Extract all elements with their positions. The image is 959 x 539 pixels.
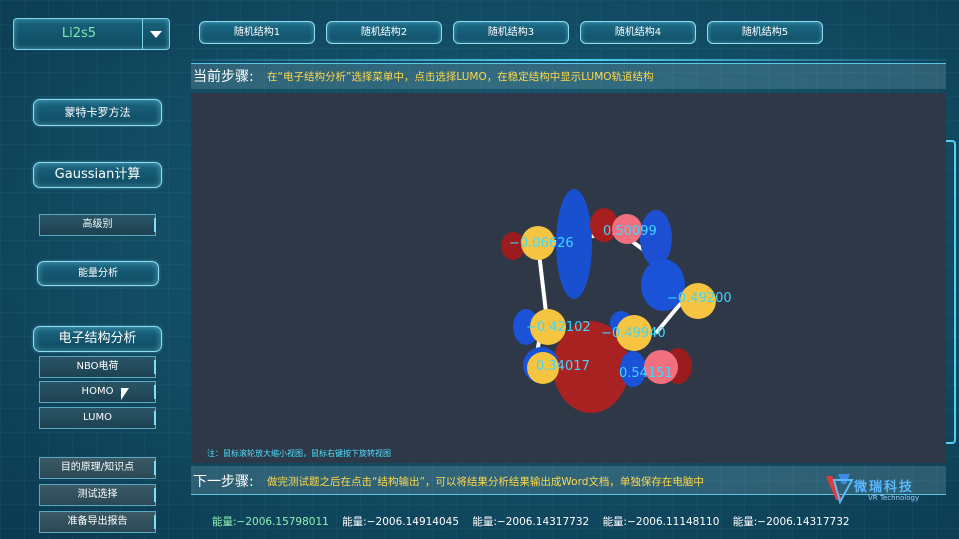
monte-carlo-button[interactable]: 蒙特卡罗方法 — [33, 99, 162, 126]
structure-dropdown[interactable]: Li2s5 — [13, 18, 170, 50]
molecule-3d-viewer[interactable]: −0.06626 0.50099 −0.49200 −0.42102 −0.49… — [191, 93, 946, 463]
energy-value[interactable]: 能量:−2006.11148110 — [603, 516, 720, 528]
current-step-bar: 当前步骤: 在“电子结构分析”选择菜单中，点击选择LUMO，在稳定结构中显示LU… — [191, 63, 946, 89]
mouse-cursor-icon — [121, 388, 129, 400]
random-structure-3-button[interactable]: 随机结构3 — [453, 21, 569, 44]
structure-dropdown-value: Li2s5 — [61, 26, 97, 41]
energy-value[interactable]: 能量:−2006.15798011 — [212, 516, 329, 528]
chevron-down-icon — [150, 31, 162, 38]
atom-charge-label: −0.06626 — [509, 236, 574, 251]
energy-value[interactable]: 能量:−2006.14317732 — [472, 516, 589, 528]
atom-charge-label: −0.42102 — [526, 320, 591, 335]
energy-analysis-button[interactable]: 能量分析 — [37, 261, 159, 286]
objective-knowledge-button[interactable]: 目的原理/知识点 — [39, 457, 156, 479]
logo-name: 微瑞科技 — [854, 480, 915, 495]
random-structure-4-button[interactable]: 随机结构4 — [580, 21, 696, 44]
lumo-button[interactable]: LUMO — [39, 407, 156, 429]
homo-button[interactable]: HOMO — [39, 381, 156, 403]
viewer-hint-note: 注：鼠标滚轮放大缩小视图，鼠标右键按下旋转视图 — [207, 449, 391, 458]
atom-charge-label: 0.54151 — [619, 366, 673, 381]
atom-charge-label: −0.49940 — [601, 326, 666, 341]
random-structure-2-button[interactable]: 随机结构2 — [326, 21, 442, 44]
logo-tagline: VR Technology — [868, 494, 920, 502]
company-logo: 微瑞科技 VR Technology — [824, 468, 948, 504]
random-structure-1-button[interactable]: 随机结构1 — [199, 21, 315, 44]
gaussian-calc-button[interactable]: Gaussian计算 — [33, 162, 162, 188]
energy-value[interactable]: 能量:−2006.14317732 — [733, 516, 850, 528]
high-level-button[interactable]: 高级别 — [39, 214, 156, 236]
atom-charge-label: 0.50099 — [603, 224, 657, 239]
dropdown-arrow-button[interactable] — [142, 19, 169, 49]
molecule-render: −0.06626 0.50099 −0.49200 −0.42102 −0.49… — [501, 189, 732, 413]
random-structure-5-button[interactable]: 随机结构5 — [707, 21, 823, 44]
vr-logo-icon — [826, 474, 854, 504]
atom-charge-label: −0.49200 — [667, 291, 732, 306]
current-step-text: 在“电子结构分析”选择菜单中，点击选择LUMO，在稳定结构中显示LUMO轨道结构 — [267, 71, 654, 83]
electronic-structure-button[interactable]: 电子结构分析 — [33, 326, 162, 352]
next-step-label: 下一步骤: — [193, 474, 254, 490]
nbo-charge-button[interactable]: NBO电荷 — [39, 356, 156, 378]
export-report-button[interactable]: 准备导出报告 — [39, 511, 156, 533]
right-frame-decoration — [946, 140, 956, 444]
energy-list: 能量:−2006.15798011 能量:−2006.14914045 能量:−… — [212, 514, 860, 529]
header-accent-line — [191, 59, 946, 61]
atom-charge-label: 0.34017 — [536, 359, 590, 374]
current-step-label: 当前步骤: — [193, 69, 254, 85]
energy-value[interactable]: 能量:−2006.14914045 — [342, 516, 459, 528]
test-selection-button[interactable]: 测试选择 — [39, 484, 156, 506]
next-step-text: 做完测试题之后在点击“结构输出”，可以将结果分析结果输出成Word文档，单独保存… — [267, 476, 704, 488]
